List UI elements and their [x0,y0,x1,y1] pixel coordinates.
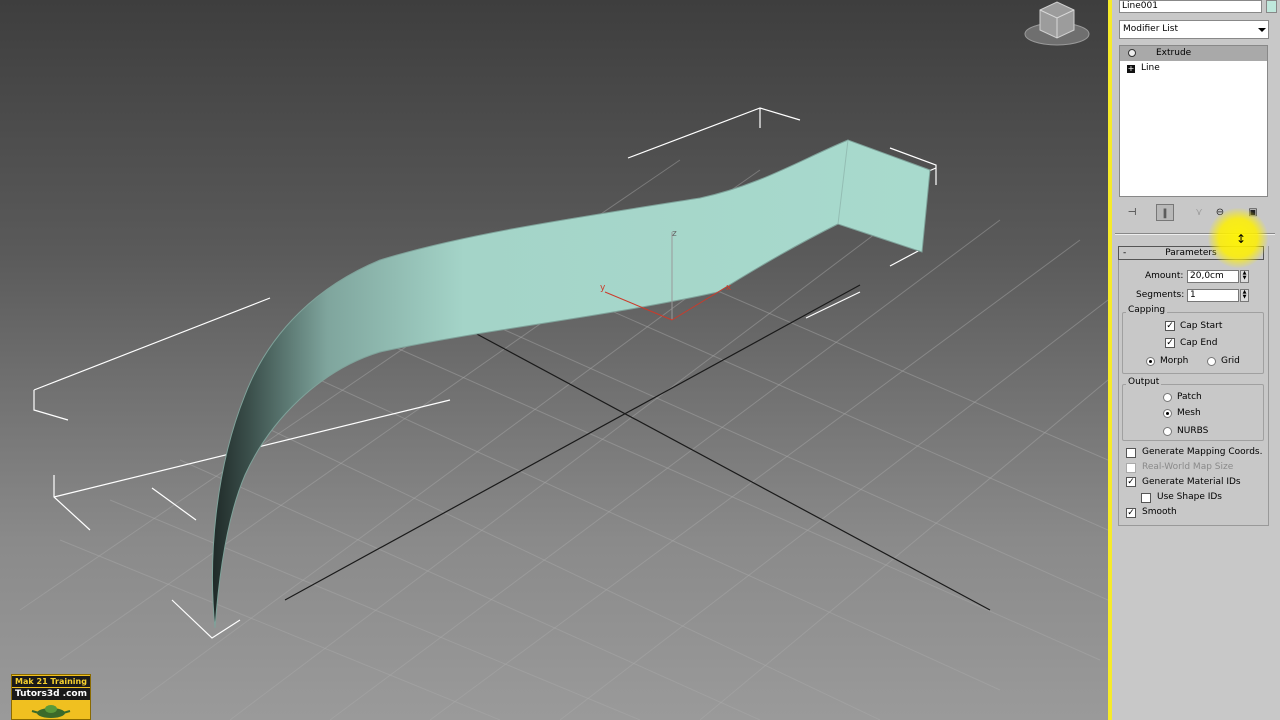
output-title: Output [1126,377,1162,387]
real-world-label: Real-World Map Size [1142,462,1234,472]
amount-label: Amount: [1145,271,1184,281]
capping-title: Capping [1126,305,1168,315]
perspective-viewport[interactable]: z y x [0,0,1108,720]
stack-item-line[interactable]: + Line [1120,61,1267,76]
make-unique-icon[interactable]: ⋎ [1190,204,1208,221]
rollout-title: Parameters [1165,248,1217,258]
pin-stack-icon[interactable]: ⊣ [1123,204,1141,221]
axis-label-y: y [600,283,606,293]
logo-line-1: Mak 21 Training [12,676,90,687]
logo-line-2: Tutors3d .com [12,688,90,700]
mesh-label: Mesh [1177,408,1201,418]
use-shape-ids-checkbox[interactable] [1141,493,1151,503]
generate-mapping-label: Generate Mapping Coords. [1142,447,1263,457]
patch-label: Patch [1177,392,1202,402]
watermark-logo: Mak 21 Training Tutors3d .com [11,674,91,720]
show-end-result-icon[interactable]: ‖ [1156,204,1174,221]
cap-start-checkbox[interactable]: ✓ [1165,321,1175,331]
amount-field[interactable]: 20,0cm [1187,270,1239,283]
segments-label: Segments: [1136,290,1185,300]
viewcube-icon[interactable] [1024,1,1090,46]
collapse-icon: - [1123,248,1127,258]
generate-material-checkbox[interactable]: ✓ [1126,477,1136,487]
extruded-line-object [212,139,931,629]
object-name-field[interactable]: Line001 [1119,0,1262,13]
amount-spinner[interactable]: 20,0cm ▲ ▼ [1187,270,1251,283]
object-color-swatch[interactable] [1266,0,1277,13]
mesh-radio[interactable] [1163,409,1172,418]
resize-cursor-icon: ↕ [1236,232,1247,246]
stack-item-extrude[interactable]: Extrude [1120,46,1267,61]
logo-mascot-icon [31,705,71,718]
spinner-arrows-icon[interactable]: ▲ ▼ [1240,289,1249,302]
modifier-list-dropdown[interactable]: Modifier List [1119,20,1269,39]
nurbs-label: NURBS [1177,426,1209,436]
viewport-scene: z y x [19,1,1108,720]
patch-radio[interactable] [1163,393,1172,402]
axis-label-z: z [672,229,677,239]
real-world-checkbox[interactable] [1126,463,1136,473]
smooth-label: Smooth [1142,507,1177,517]
axis-label-x: x [726,283,732,293]
use-shape-ids-label: Use Shape IDs [1157,492,1222,502]
grid-label: Grid [1221,356,1240,366]
chevron-down-icon [1258,28,1266,32]
modifier-stack: Extrude + Line [1119,45,1268,197]
expand-plus-icon[interactable]: + [1127,65,1135,73]
nurbs-radio[interactable] [1163,427,1172,436]
morph-label: Morph [1160,356,1189,366]
cap-start-label: Cap Start [1180,321,1223,331]
segments-field[interactable]: 1 [1187,289,1239,302]
smooth-checkbox[interactable]: ✓ [1126,508,1136,518]
segments-spinner[interactable]: 1 ▲ ▼ [1187,289,1251,302]
stack-item-label: Extrude [1156,48,1192,58]
cap-end-checkbox[interactable]: ✓ [1165,338,1175,348]
stack-item-label: Line [1141,63,1160,73]
grid-radio[interactable] [1207,357,1216,366]
morph-radio[interactable] [1146,357,1155,366]
cap-end-label: Cap End [1180,338,1218,348]
generate-material-label: Generate Material IDs [1142,477,1241,487]
modifier-list-label: Modifier List [1123,24,1178,34]
lightbulb-icon[interactable] [1128,49,1136,57]
generate-mapping-checkbox[interactable] [1126,448,1136,458]
command-panel-modify: Line001 Modifier List Extrude + Line ⊣ ‖… [1112,0,1280,720]
spinner-arrows-icon[interactable]: ▲ ▼ [1240,270,1249,283]
